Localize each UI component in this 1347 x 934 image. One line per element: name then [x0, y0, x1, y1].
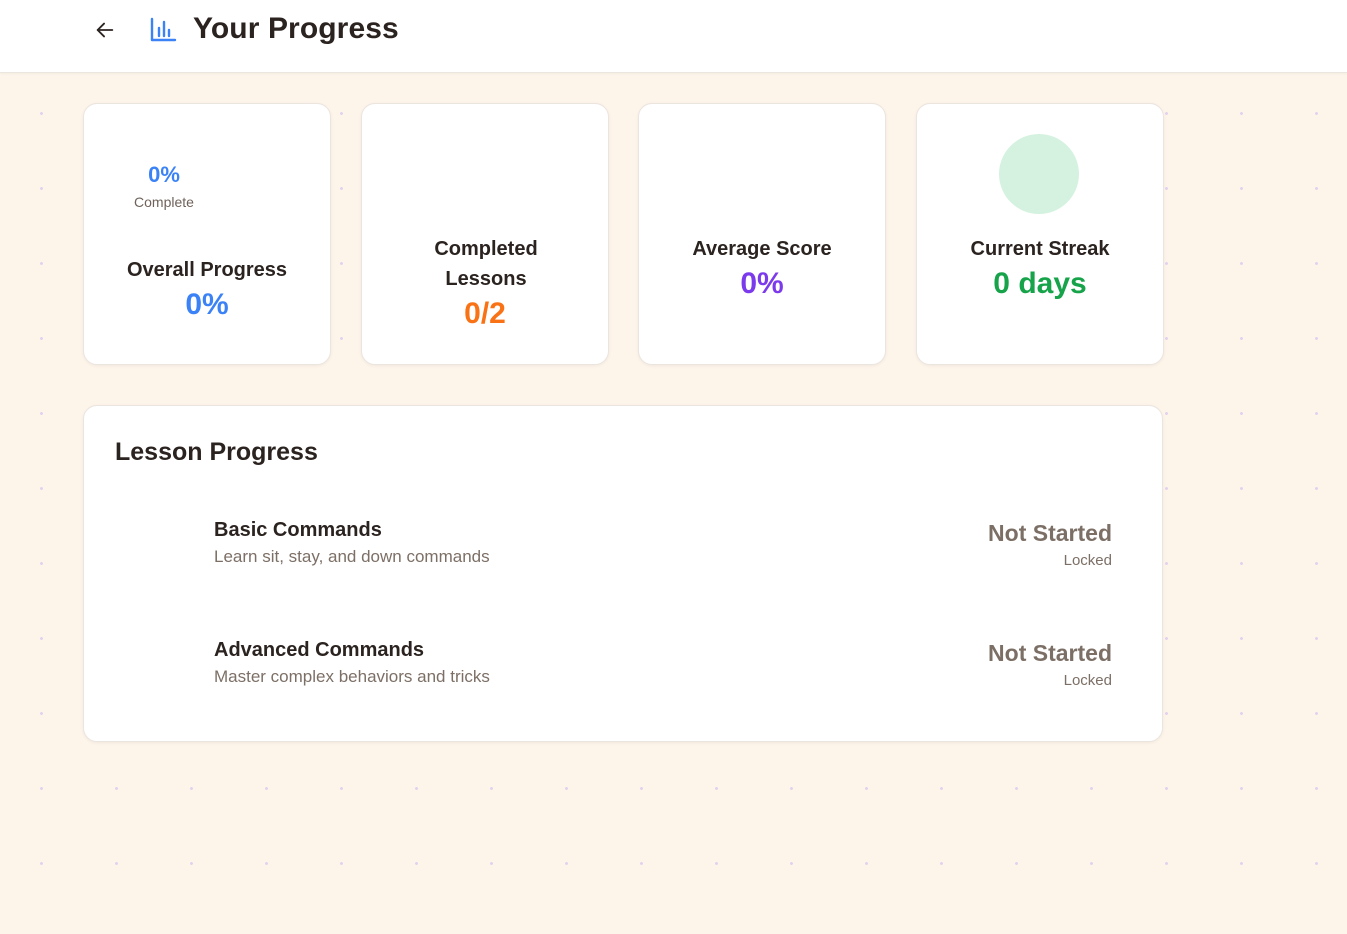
lesson-progress-panel: Lesson Progress Basic Commands Learn sit…: [83, 405, 1163, 742]
completed-lessons-card: Completed Lessons 0/2: [361, 103, 609, 365]
completed-lessons-value: 0/2: [464, 297, 506, 330]
lesson-status: Not Started: [988, 520, 1112, 546]
progress-ring-percent: 0%: [148, 162, 180, 187]
lesson-status: Not Started: [988, 640, 1112, 666]
lesson-lock-state: Locked: [1063, 672, 1112, 689]
overall-progress-label: Overall Progress: [126, 259, 288, 281]
lesson-name: Basic Commands: [214, 519, 382, 541]
lesson-row[interactable]: Basic Commands Learn sit, stay, and down…: [84, 519, 1162, 599]
arrow-left-icon: [96, 22, 114, 38]
lesson-description: Master complex behaviors and tricks: [214, 667, 490, 686]
progress-ring-caption: Complete: [134, 194, 194, 210]
lesson-description: Learn sit, stay, and down commands: [214, 547, 490, 566]
average-score-card: Average Score 0%: [638, 103, 886, 365]
average-score-label: Average Score: [692, 238, 832, 260]
back-button[interactable]: [88, 14, 122, 46]
top-bar: Your Progress: [0, 0, 1347, 73]
lesson-lock-state: Locked: [1063, 552, 1112, 569]
streak-indicator: [999, 134, 1079, 214]
overall-progress-value: 0%: [185, 288, 229, 321]
page-title: Your Progress: [193, 12, 399, 45]
completed-lessons-label: Completed Lessons: [434, 238, 538, 290]
lesson-row[interactable]: Advanced Commands Master complex behavio…: [84, 639, 1162, 719]
overall-progress-card: 0% Complete Overall Progress 0%: [83, 103, 331, 365]
current-streak-card: Current Streak 0 days: [916, 103, 1164, 365]
current-streak-label: Current Streak: [970, 238, 1110, 260]
current-streak-value: 0 days: [993, 267, 1087, 300]
lesson-name: Advanced Commands: [214, 639, 425, 661]
average-score-value: 0%: [740, 267, 784, 300]
bar-chart-icon: [150, 17, 177, 42]
lesson-progress-title: Lesson Progress: [115, 438, 318, 466]
